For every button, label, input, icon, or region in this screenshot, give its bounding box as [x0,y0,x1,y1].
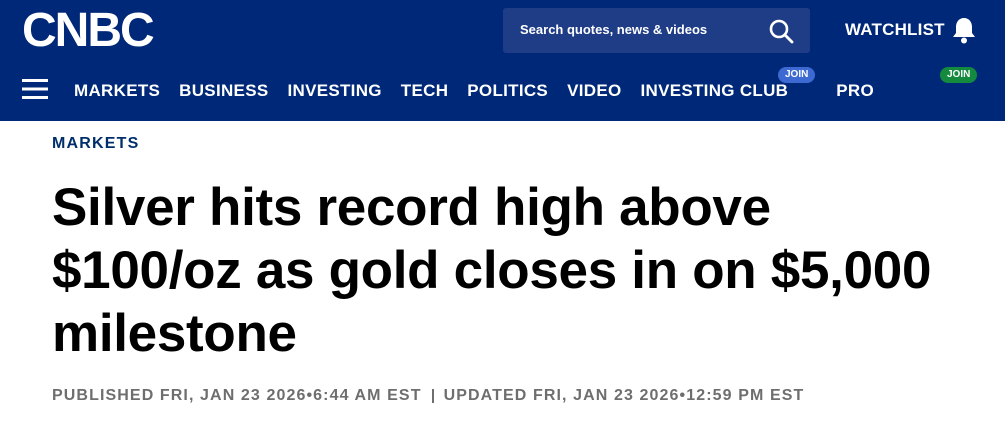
logo-text: CNBC [22,4,155,57]
nav-item-tech[interactable]: TECH [401,80,448,104]
published-time: PUBLISHED FRI, JAN 23 2026•6:44 AM EST [52,387,422,404]
nav-item-video[interactable]: VIDEO [567,80,621,104]
nav-item-markets[interactable]: MARKETS [74,80,160,104]
watchlist-label: WATCHLIST [845,20,945,39]
updated-time: UPDATED FRI, JAN 23 2026•12:59 PM EST [443,387,805,404]
watchlist-button[interactable]: WATCHLIST [845,10,977,50]
search-placeholder[interactable]: Search quotes, news & videos [520,22,707,37]
search-bar[interactable]: Search quotes, news & videos [503,8,810,53]
hamburger-menu-icon[interactable] [22,78,48,100]
bell-icon [952,18,975,44]
timestamp-divider [431,389,434,403]
nav-item-business[interactable]: BUSINESS [179,80,268,104]
nav-item-investing-club[interactable]: INVESTING CLUB [640,80,788,104]
main-nav: MARKETS BUSINESS INVESTING TECH POLITICS… [74,80,893,104]
search-icon[interactable] [768,18,794,44]
site-header: CNBC Search quotes, news & videos WATCHL… [0,0,1005,121]
nav-item-pro[interactable]: PRO [836,80,874,104]
join-badge-investing-club[interactable]: JOIN [778,67,816,83]
cnbc-logo[interactable]: CNBC [22,4,174,57]
section-link[interactable]: MARKETS [52,135,140,153]
article-headline: Silver hits record high above $100/oz as… [52,178,932,363]
join-badge-pro[interactable]: JOIN [940,67,978,83]
nav-item-investing[interactable]: INVESTING [287,80,381,104]
article-timestamps: PUBLISHED FRI, JAN 23 2026•6:44 AM EST U… [52,387,804,405]
nav-item-politics[interactable]: POLITICS [467,80,548,104]
